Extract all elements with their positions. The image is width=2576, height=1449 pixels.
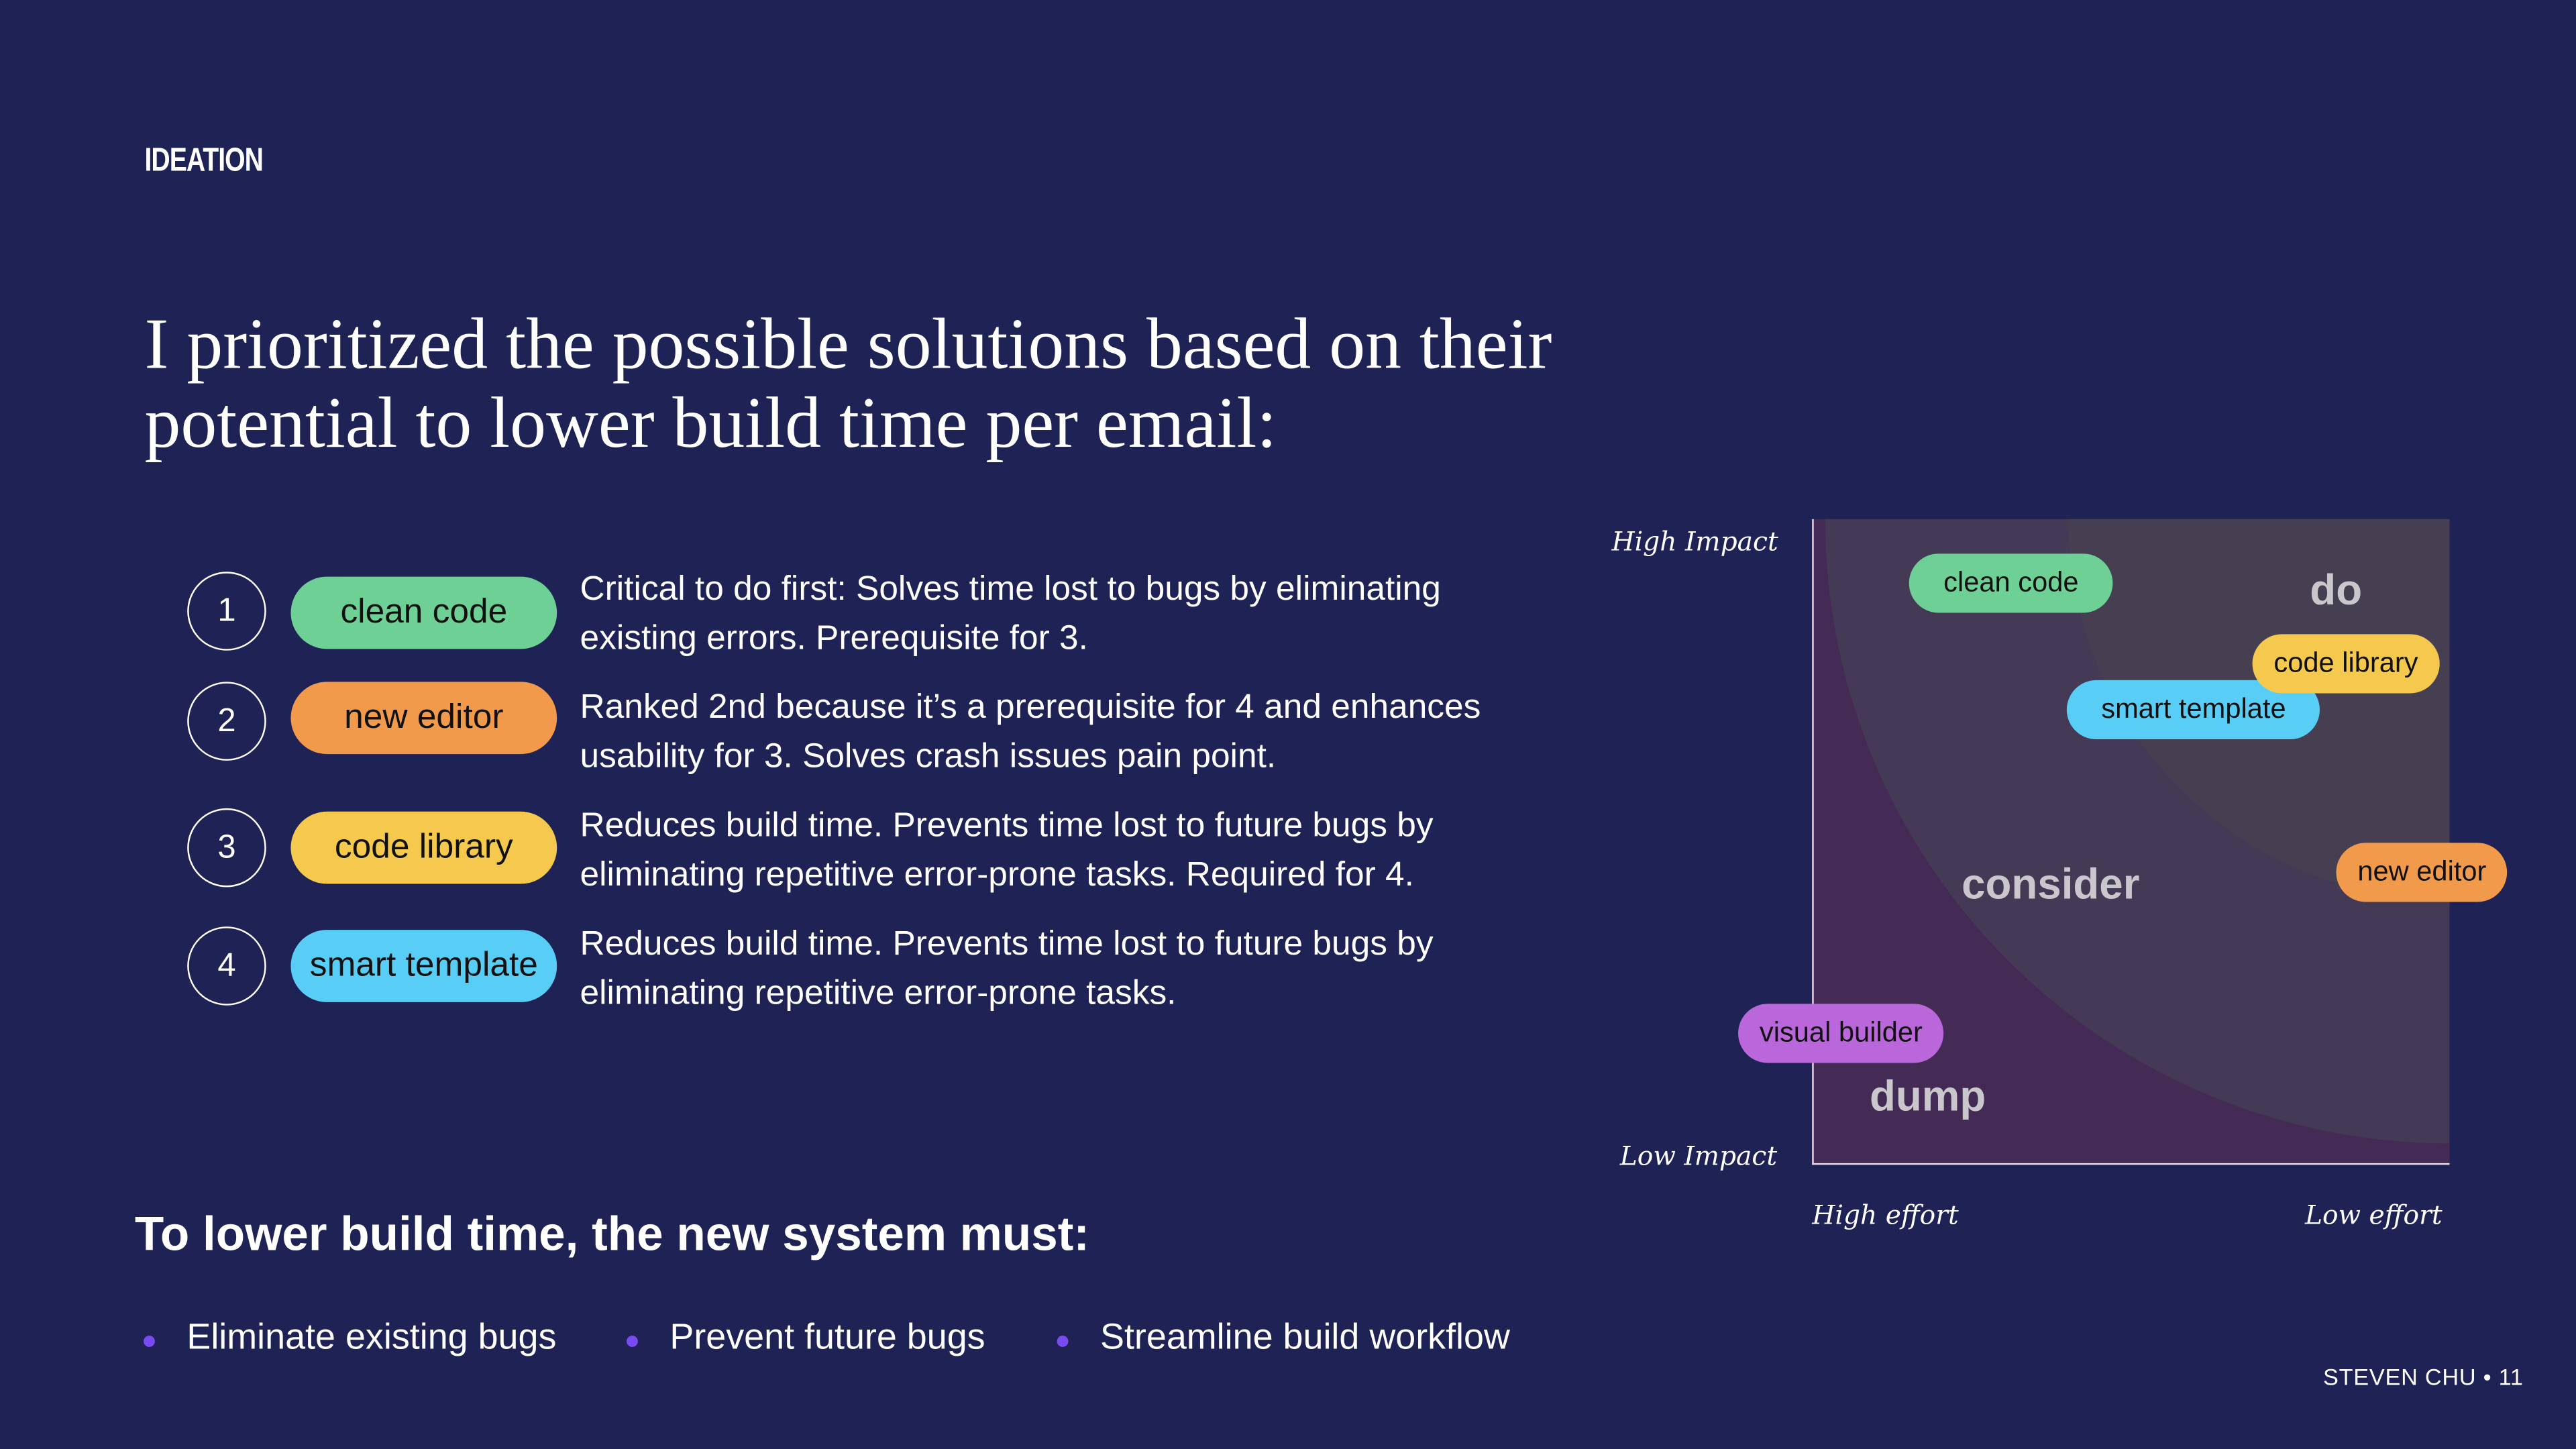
footer-author-page: STEVEN CHU • 11 [2323,1363,2524,1390]
priority-description: Reduces build time. Prevents time lost t… [580,806,1434,894]
priority-description: Critical to do first: Solves time lost t… [580,570,1441,657]
rank-badge: 2 [187,682,266,761]
bullet-icon: ● [141,1327,158,1356]
rank-badge: 4 [187,926,266,1006]
priority-pill: new editor [290,682,557,755]
priority-pill: code library [290,811,557,884]
x-axis-low-label: Low effort [2304,1199,2443,1231]
y-axis-high-label: High Impact [1611,525,1778,557]
slide: IDEATION I prioritized the possible solu… [0,0,2576,1449]
rank-badge: 3 [187,808,266,888]
bullet-icon: ● [1055,1327,1071,1356]
x-axis-high-label: High effort [1812,1199,1959,1231]
matrix-tag-new-editor: new editor [2336,843,2508,902]
zone-label-consider: consider [1962,859,2140,909]
requirement-text: Prevent future bugs [669,1316,985,1357]
priority-description: Reduces build time. Prevents time lost t… [580,924,1434,1012]
bullet-icon: ● [624,1327,641,1356]
requirement-text: Eliminate existing bugs [186,1316,557,1357]
requirement-item: ● Prevent future bugs [625,1316,985,1359]
matrix-tag-visual-builder: visual builder [1738,1004,1944,1063]
rank-badge: 1 [187,572,266,651]
y-axis-low-label: Low Impact [1619,1140,1778,1172]
requirement-item: ● Eliminate existing bugs [142,1316,557,1359]
requirement-text: Streamline build workflow [1100,1316,1510,1357]
priority-description: Ranked 2nd because it’s a prerequisite f… [580,688,1481,775]
requirement-item: ● Streamline build workflow [1055,1316,1510,1359]
zone-label-do: do [2310,565,2363,614]
priority-pill: smart template [290,930,557,1002]
matrix-tag-code-library: code library [2252,634,2440,694]
zone-label-dump: dump [1869,1071,1986,1121]
section-label: IDEATION [144,143,264,179]
priority-pill: clean code [290,576,557,649]
slide-title: I prioritized the possible solutions bas… [144,304,1552,464]
matrix-tag-clean-code: clean code [1909,553,2113,613]
requirements-heading: To lower build time, the new system must… [134,1209,1090,1262]
